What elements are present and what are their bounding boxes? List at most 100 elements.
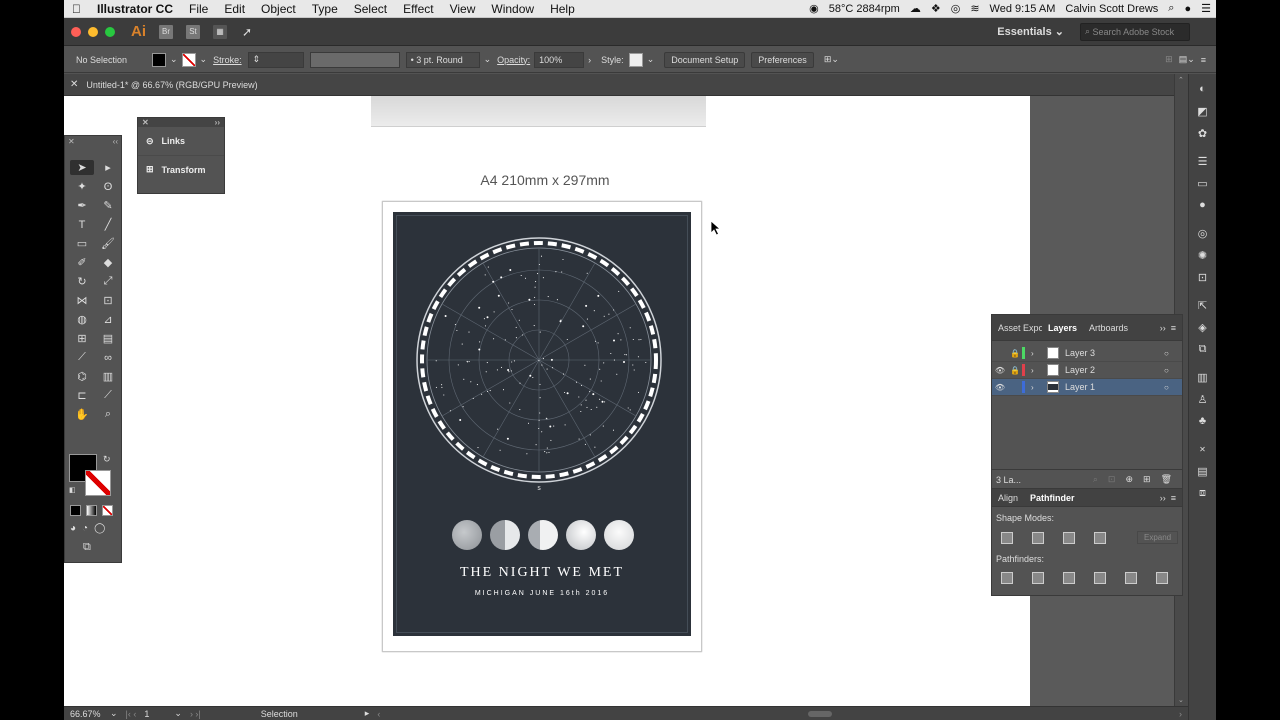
lock-icon[interactable]: 🔒 — [1008, 366, 1022, 375]
expand-layer-icon[interactable]: › — [1031, 383, 1041, 392]
fill-swatch[interactable] — [152, 52, 166, 67]
minimize-window-button[interactable] — [88, 26, 98, 37]
selection-tool-icon[interactable]: ➤ — [70, 160, 94, 175]
pathfinder-collapse-icon[interactable]: ›› — [1160, 493, 1171, 503]
graphic-style-swatch[interactable] — [628, 52, 643, 67]
layer-row[interactable]: 🔒 › Layer 3 ○ — [992, 345, 1182, 362]
siri-icon[interactable]: ● — [1179, 3, 1196, 15]
direct-selection-tool-icon[interactable]: ▸ — [96, 160, 120, 175]
artboard-dropdown-icon[interactable]: ⌄ — [174, 708, 182, 719]
stroke-dropdown-icon[interactable]: ⌄ — [200, 54, 208, 65]
poster-artwork[interactable]: N S THE NIGHT WE MET MICHIGAN JUNE 16th … — [391, 210, 693, 638]
export-panel-icon[interactable]: ⇱ — [1195, 298, 1211, 312]
color-mode-icon[interactable] — [70, 505, 81, 516]
pathfinder-panel-collapsed-icon[interactable]: ⧈ — [1195, 486, 1211, 500]
control-menu-icon[interactable]: ≡ — [1201, 55, 1206, 65]
magic-wand-tool-icon[interactable]: ✦ — [70, 179, 94, 194]
draw-normal-icon[interactable]: ◕ — [70, 523, 76, 534]
target-icon[interactable]: ○ — [1164, 383, 1182, 392]
fill-dropdown-icon[interactable]: ⌄ — [170, 54, 178, 65]
arrange-icon[interactable]: ⊞ — [1165, 54, 1173, 65]
scroll-down-icon[interactable]: ⌄ — [1178, 696, 1184, 704]
lasso-tool-icon[interactable]: ʘ — [96, 179, 120, 194]
horizontal-scrollbar[interactable] — [388, 710, 1171, 718]
new-layer-icon[interactable]: ⊞ — [1143, 474, 1151, 485]
hand-tool-icon[interactable]: ✋ — [70, 407, 94, 422]
minus-back-icon[interactable] — [1156, 572, 1168, 584]
layer-name[interactable]: Layer 2 — [1065, 365, 1164, 375]
rectangle-tool-icon[interactable]: ▭ — [70, 236, 94, 251]
brush-dropdown-icon[interactable]: ⌄ — [484, 54, 492, 65]
pathfinder-menu-icon[interactable]: ≡ — [1171, 493, 1182, 503]
creative-cloud-icon[interactable]: ☁ — [905, 2, 926, 15]
shape-builder-tool-icon[interactable]: ◍ — [70, 312, 94, 327]
stroke-swatch[interactable] — [181, 52, 196, 67]
stroke-color-box[interactable] — [85, 470, 111, 496]
hscroll-left-icon[interactable]: ‹ — [377, 709, 380, 719]
menu-effect[interactable]: Effect — [395, 2, 441, 16]
star-map[interactable]: N S — [393, 236, 695, 536]
workspace-switcher[interactable]: Essentials ⌄ — [997, 25, 1064, 38]
zoom-dropdown-icon[interactable]: ⌄ — [110, 708, 118, 719]
layer-name[interactable]: Layer 3 — [1065, 348, 1164, 358]
next-artboard-icon[interactable]: › ›| — [190, 709, 201, 719]
menu-object[interactable]: Object — [253, 2, 304, 16]
notification-center-icon[interactable]: ☰ — [1196, 2, 1216, 15]
zoom-level[interactable]: 66.67% — [70, 709, 110, 719]
stroke-label[interactable]: Stroke: — [213, 55, 242, 65]
symbols-panel-icon[interactable]: ⊡ — [1195, 270, 1211, 284]
unite-icon[interactable] — [1001, 531, 1013, 544]
previous-artboard[interactable] — [371, 96, 706, 127]
panel-close-icon[interactable]: ✕ — [142, 118, 149, 127]
eyedropper-tool-icon[interactable]: ⟋ — [70, 350, 94, 365]
apple-menu-icon[interactable]:  — [64, 2, 89, 16]
locate-object-icon[interactable]: ⌕ — [1093, 474, 1098, 485]
minus-front-icon[interactable] — [1032, 531, 1044, 544]
horizontal-scroll-thumb[interactable] — [808, 710, 833, 717]
document-setup-button[interactable]: Document Setup — [664, 51, 746, 68]
swap-fill-stroke-icon[interactable]: ↻ — [103, 454, 111, 465]
opacity-arrow-icon[interactable]: › — [588, 55, 591, 65]
eraser-tool-icon[interactable]: ◆ — [96, 255, 120, 270]
app-menu[interactable]: Illustrator CC — [89, 2, 181, 16]
dropbox-icon[interactable]: ❖ — [926, 2, 946, 15]
appearance-panel-icon[interactable]: ◎ — [1195, 226, 1211, 240]
variable-width-profile[interactable] — [309, 51, 400, 68]
transparency-panel-icon[interactable]: ● — [1195, 198, 1211, 212]
gradient-tool-icon[interactable]: ▤ — [96, 331, 120, 346]
stroke-panel-icon[interactable]: ☰ — [1195, 154, 1211, 168]
blend-tool-icon[interactable]: ∞ — [96, 350, 120, 365]
transform-panel-tab[interactable]: ⊞ Transform — [138, 155, 224, 183]
expand-layer-icon[interactable]: › — [1031, 366, 1041, 375]
shaper-tool-icon[interactable]: ✐ — [70, 255, 94, 270]
layer-row[interactable]: 👁 › Layer 1 ○ — [992, 379, 1182, 396]
paintbrush-tool-icon[interactable]: 🖌 — [96, 236, 120, 251]
crop-icon[interactable] — [1094, 572, 1106, 584]
merge-icon[interactable] — [1063, 572, 1075, 584]
visibility-toggle-icon[interactable]: 👁 — [992, 366, 1008, 375]
style-dropdown-icon[interactable]: ⌄ — [647, 54, 655, 65]
menu-view[interactable]: View — [442, 2, 484, 16]
layers-panel-icon[interactable]: ◈ — [1195, 320, 1211, 334]
rotate-tool-icon[interactable]: ↻ — [70, 274, 94, 289]
stock-search-input[interactable]: ⌕ Search Adobe Stock — [1080, 22, 1190, 41]
delete-layer-icon[interactable]: 🗑 — [1161, 474, 1172, 485]
artboard-number[interactable]: 1 — [144, 709, 174, 719]
stroke-weight-field[interactable]: ⇕ — [247, 51, 304, 68]
draw-inside-icon[interactable]: ◯ — [94, 523, 105, 534]
target-icon[interactable]: ○ — [1164, 349, 1182, 358]
brush-definition[interactable]: • 3 pt. Round — [405, 51, 480, 68]
tools-close-icon[interactable]: ✕ — [68, 137, 75, 146]
layers-panel-menu-icon[interactable]: ≡ — [1171, 323, 1182, 333]
artboards-panel-icon[interactable]: ⧉ — [1195, 342, 1211, 356]
menu-file[interactable]: File — [181, 2, 216, 16]
free-transform-tool-icon[interactable]: ⊡ — [96, 293, 120, 308]
gradient-panel-icon[interactable]: ▭ — [1195, 176, 1211, 190]
tab-align[interactable]: Align — [992, 493, 1024, 503]
target-icon[interactable]: ○ — [1164, 366, 1182, 375]
menu-type[interactable]: Type — [304, 2, 346, 16]
collapse-panels-icon[interactable]: ✕ — [1195, 442, 1211, 456]
align-panel-collapsed-icon[interactable]: ▤ — [1195, 464, 1211, 478]
document-tab[interactable]: ✕ Untitled-1* @ 66.67% (RGB/GPU Preview) — [64, 74, 1188, 96]
arrange-documents-icon[interactable]: ▦ — [213, 24, 227, 39]
